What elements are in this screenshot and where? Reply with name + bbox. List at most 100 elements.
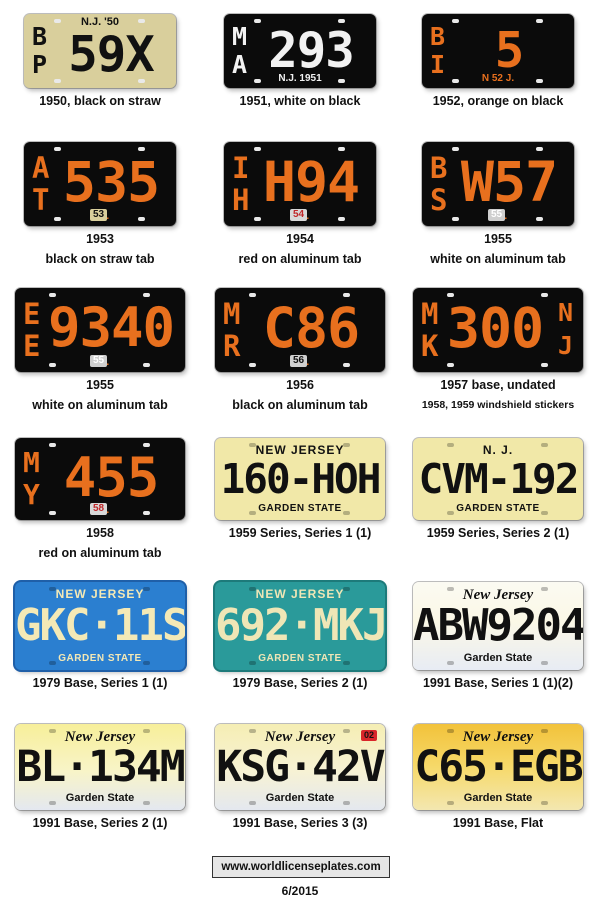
bolt-hole <box>452 147 459 151</box>
plate-slogan: GARDEN STATE <box>258 653 342 664</box>
plate-number: 455 <box>63 446 160 509</box>
plate-number: 160-HOH <box>220 455 382 503</box>
plate-card: MRC86N J.561956black on aluminum tab <box>200 288 400 414</box>
bolt-hole <box>54 147 61 151</box>
plate-number: ABW9204 <box>413 600 583 651</box>
plate-caption: 1959 Series, Series 1 (1) <box>228 526 372 540</box>
plate-card: M A 293 N.J. 1951 1951, white on black <box>200 14 400 110</box>
plate-prefix-letter: K <box>421 329 439 363</box>
license-plate-image: M K N J 300 <box>413 288 583 372</box>
plate-slogan: Garden State <box>265 792 335 804</box>
plate-prefix-letter: Y <box>23 478 40 511</box>
bolt-hole <box>452 19 459 23</box>
plate-prefix-letter: R <box>223 329 241 363</box>
plate-card: NEW JERSEY 160-HOH GARDEN STATE 1959 Series… <box>200 438 400 542</box>
plate-number: C65·EGB <box>414 742 583 792</box>
plate-number: 300 <box>446 296 544 360</box>
plate-slogan: Garden State <box>65 792 135 804</box>
bolt-hole <box>249 293 256 297</box>
plate-prefix-letter: T <box>32 183 50 217</box>
plate-caption: red on aluminum tab <box>38 546 162 560</box>
license-plate-image: N. J. CVM-192 GARDEN STATE <box>413 438 583 520</box>
plate-suffix-letter: J <box>557 331 573 360</box>
plate-caption: 1991 Base, Series 3 (3) <box>232 816 368 830</box>
plate-caption: 1954 <box>286 232 314 246</box>
plate-state-name: NEW JERSEY <box>55 587 145 601</box>
plate-top-text: N.J. '50 <box>80 16 120 28</box>
plate-caption: 1956 <box>286 378 314 392</box>
bolt-hole <box>49 443 56 447</box>
plate-number: 5 <box>494 22 525 79</box>
license-plate-image: EE9340N J.55 <box>15 288 185 372</box>
plate-caption: white on aluminum tab <box>32 398 168 412</box>
plate-caption: 1951, white on black <box>239 94 361 108</box>
plate-prefix-letter: M <box>232 22 248 51</box>
plate-caption: 1950, black on straw <box>39 94 161 108</box>
license-plate-image: IHH94N J.54 <box>224 142 376 226</box>
plate-card: N. J. CVM-192 GARDEN STATE 1959 Series, Ser… <box>398 438 598 542</box>
plate-caption: 1952, orange on black <box>432 94 564 108</box>
license-plate-image: NEW JERSEY 160-HOH GARDEN STATE <box>215 438 385 520</box>
plate-number: 9340 <box>47 296 175 359</box>
plate-slogan: Garden State <box>463 792 533 804</box>
plate-bottom-text: N 52 J. <box>481 73 515 84</box>
license-plate-image: New Jersey ABW9204 Garden State <box>413 582 583 670</box>
plate-slogan: Garden State <box>463 652 533 664</box>
license-plate-image: NEW JERSEY GKC·11S GARDEN STATE <box>15 582 185 670</box>
plate-caption: 1958 <box>86 526 114 540</box>
license-plate-image: New Jersey BL·134M Garden State <box>15 724 185 810</box>
plate-number: CVM-192 <box>418 455 580 503</box>
plate-caption: white on aluminum tab <box>430 252 566 266</box>
year-tab: 55 <box>488 209 506 221</box>
plate-prefix-letter: I <box>232 151 250 185</box>
plate-number: KSG·42V <box>216 742 385 792</box>
year-tab: 56 <box>290 355 308 367</box>
plate-card: M K N J 300 1957 base, undated 1958, 1959 wind… <box>398 288 598 414</box>
plate-caption: black on aluminum tab <box>232 398 368 412</box>
bolt-hole <box>541 363 548 367</box>
license-plate-image: AT535N J.53 <box>24 142 176 226</box>
plate-card: New Jersey KSG·42V Garden State 02 1991 Base… <box>200 724 400 832</box>
plate-slogan: GARDEN STATE <box>258 503 342 514</box>
plate-caption: 1979 Base, Series 1 (1) <box>32 676 168 690</box>
bolt-hole <box>54 79 61 83</box>
license-plate-image: MY455N J.58 <box>15 438 185 520</box>
plate-prefix-letter: M <box>23 446 40 479</box>
plate-number: 535 <box>62 150 160 214</box>
website-link[interactable]: www.worldlicenseplates.com <box>212 856 390 878</box>
plate-state-name: NEW JERSEY <box>255 587 345 601</box>
plate-number: 293 <box>268 22 355 79</box>
plate-caption: 1953 <box>86 232 114 246</box>
license-plate-image: BSW57N J.55 <box>422 142 574 226</box>
license-plate-image: M A 293 N.J. 1951 <box>224 14 376 88</box>
bolt-hole <box>254 147 261 151</box>
plate-caption: 1991 Base, Series 1 (1)(2) <box>422 676 574 690</box>
license-plate-image: BI5N 52 J. <box>422 14 574 88</box>
plate-caption: 1959 Series, Series 2 (1) <box>426 526 570 540</box>
plate-number: 59X <box>68 26 155 83</box>
year-tab: 53 <box>90 209 108 221</box>
plate-caption: 1957 base, undated <box>440 378 556 392</box>
plate-prefix-letter: B <box>430 22 446 51</box>
year-tab: 54 <box>290 209 308 221</box>
plate-number: BL·134M <box>16 742 185 792</box>
year-tab: 58 <box>90 503 108 515</box>
plate-number: W57 <box>460 150 558 214</box>
plate-prefix-letter: E <box>23 297 41 331</box>
bolt-hole <box>254 19 261 23</box>
plate-slogan: GARDEN STATE <box>456 503 540 514</box>
plate-card: IHH94N J.54 1954 red on aluminum tab <box>200 142 400 268</box>
plate-caption: red on aluminum tab <box>238 252 362 266</box>
date-label: 6/2015 <box>281 884 319 898</box>
plate-prefix-letter: M <box>421 297 439 331</box>
registration-sticker: 02 <box>360 730 377 741</box>
plate-card: BI5N 52 J. 1952, orange on black <box>398 14 598 110</box>
plate-number: GKC·11S <box>15 600 185 651</box>
plate-caption: 1979 Base, Series 2 (1) <box>232 676 368 690</box>
plate-prefix-letter: P <box>32 50 48 79</box>
plate-bottom-text: N.J. 1951 <box>278 73 322 84</box>
plate-caption: 1955 <box>86 378 114 392</box>
plate-card: NEW JERSEY 692·MKJ GARDEN STATE 1979 Base, … <box>200 582 400 692</box>
license-plate-image: New Jersey KSG·42V Garden State 02 <box>215 724 385 810</box>
plate-card: MY455N J.581958red on aluminum tab <box>0 438 200 562</box>
